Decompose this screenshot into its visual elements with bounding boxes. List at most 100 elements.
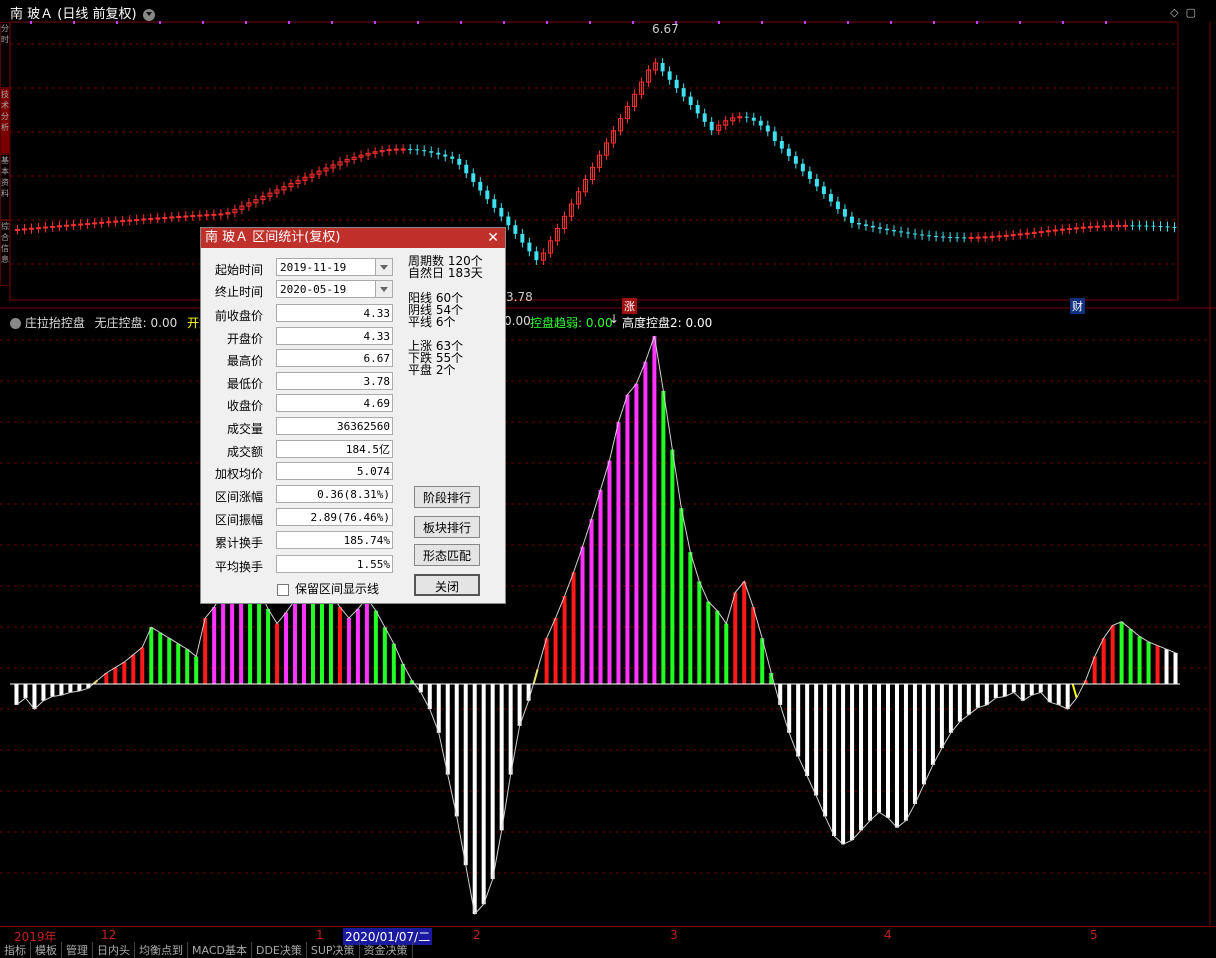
indicator-value: 控盘趋弱: 0.00 <box>530 316 613 330</box>
candle-body-down <box>408 149 413 151</box>
stage-rank-button[interactable]: 阶段排行 <box>414 486 480 508</box>
indicator-bar <box>652 336 657 684</box>
chevron-down-icon[interactable] <box>142 8 155 21</box>
event-tick-mark <box>159 21 161 24</box>
indicator-bar <box>499 684 504 831</box>
indicator-bar <box>948 684 953 733</box>
field-row: 区间振幅 2.89(76.46%) <box>201 508 401 528</box>
cai-marker[interactable]: 财 <box>1070 298 1085 314</box>
candle-body-down <box>779 141 784 149</box>
left-tab[interactable]: 综合信息 <box>0 220 10 286</box>
event-tick-mark <box>718 21 720 24</box>
pattern-match-button[interactable]: 形态匹配 <box>414 544 480 566</box>
indicator-bar <box>50 684 55 697</box>
keep-line-row[interactable]: 保留区间显示线 <box>277 580 379 597</box>
field-value: 5.074 <box>276 462 393 480</box>
candle-body-up <box>162 216 168 219</box>
window-title[interactable]: 南 玻Ａ (日线 前复权) <box>10 3 155 22</box>
indicator-bar <box>1020 684 1025 701</box>
event-tick-mark <box>804 21 806 24</box>
stock-title: 南 玻Ａ (日线 前复权) <box>10 7 137 22</box>
sector-rank-button[interactable]: 板块排行 <box>414 516 480 538</box>
candle-body-up <box>71 224 77 227</box>
candle-body-up <box>85 222 91 225</box>
candle-body-up <box>1059 228 1065 231</box>
stat-natural-days: 自然日 183天 <box>408 266 483 280</box>
field-row-start-time: 起始时间 2019-11-19 <box>201 258 401 278</box>
candle-body-down <box>793 156 798 164</box>
zhang-marker[interactable]: 涨 <box>622 298 637 314</box>
field-value: 2.89(76.46%) <box>276 508 393 526</box>
bottom-tab[interactable]: 均衡点到 <box>135 942 188 958</box>
close-button[interactable]: 关闭 <box>414 574 480 596</box>
candle-body-down <box>870 225 875 228</box>
candle-body-down <box>415 149 420 151</box>
candle-body-up <box>127 219 133 222</box>
expand-icon[interactable]: ▢ <box>1186 6 1196 19</box>
indicator-bar <box>823 684 828 817</box>
left-tab[interactable]: 分时 <box>0 22 10 88</box>
indicator-menu-icon[interactable] <box>10 318 21 329</box>
indicator-bar <box>939 684 944 749</box>
candle-body-down <box>464 164 469 174</box>
bottom-tab[interactable]: DDE决策 <box>252 942 307 958</box>
candle-body-down <box>674 79 679 89</box>
left-tab[interactable]: 基本资料 <box>0 154 10 220</box>
x-tick: 5 <box>1090 928 1098 942</box>
bottom-tab[interactable]: 管理 <box>62 942 93 958</box>
indicator-bar <box>661 390 666 684</box>
candle-body-up <box>78 223 84 226</box>
x-tick: 4 <box>884 928 892 942</box>
indicator-bar <box>490 684 495 880</box>
field-label: 成交额 <box>226 445 263 459</box>
event-tick-mark <box>632 21 634 24</box>
indicator-bar <box>1164 649 1169 684</box>
candle-body-up <box>155 217 161 220</box>
close-icon[interactable]: ✕ <box>487 228 499 248</box>
chevron-down-icon[interactable] <box>375 259 392 275</box>
top-right-icons[interactable]: ◇ ▢ <box>1170 6 1196 19</box>
indicator-bar <box>1155 645 1160 684</box>
interval-stats-dialog[interactable]: 南 玻Ａ 区间统计(复权) ✕ 起始时间 2019-11-19 终止时间 202… <box>200 227 506 604</box>
keep-line-checkbox[interactable] <box>277 583 289 596</box>
stat-flat-line: 平线 6个 <box>408 315 456 329</box>
candle-body-down <box>520 233 525 243</box>
left-tab-active[interactable]: 技术分析 <box>0 88 10 154</box>
candle-body-up <box>169 216 175 219</box>
indicator-name[interactable]: 庄拉抬控盘 <box>25 316 85 330</box>
start-date-select[interactable]: 2019-11-19 <box>276 258 393 276</box>
bottom-tab[interactable]: 资金决策 <box>360 942 413 958</box>
bottom-tab[interactable]: SUP决策 <box>307 942 360 958</box>
bottom-tab[interactable]: 指标 <box>0 942 31 958</box>
indicator-bar <box>185 649 190 684</box>
candle-body-up <box>106 221 112 224</box>
candle-body-up <box>176 216 182 219</box>
indicator-bar <box>1038 684 1043 693</box>
bottom-tab[interactable]: MACD基本 <box>188 942 252 958</box>
candle-body-down <box>765 125 770 132</box>
chevron-down-icon[interactable] <box>375 281 392 297</box>
indicator-bar <box>589 519 594 684</box>
candle-body-up <box>190 215 196 218</box>
indicator-bar <box>472 684 477 914</box>
candle-body-down <box>927 235 932 237</box>
indicator-bar <box>921 684 926 785</box>
candle-body-up <box>134 219 140 222</box>
field-row: 平均换手 1.55% <box>201 555 401 575</box>
arrow-down-icon: ↓ <box>609 312 620 326</box>
indicator-bar <box>68 684 73 693</box>
candle-body-down <box>471 173 476 182</box>
end-date-select[interactable]: 2020-05-19 <box>276 280 393 298</box>
indicator-bar <box>715 610 720 684</box>
field-label: 收盘价 <box>226 399 263 413</box>
candle-body-up <box>1087 226 1093 229</box>
indicator-bar <box>670 449 675 684</box>
indicator-bar <box>221 592 226 684</box>
field-row: 前收盘价 4.33 <box>201 304 401 324</box>
candle-body-up <box>1101 225 1107 228</box>
bottom-tab[interactable]: 日内头 <box>93 942 135 958</box>
diamond-icon[interactable]: ◇ <box>1170 6 1178 19</box>
indicator-bar <box>355 608 360 684</box>
bottom-tab[interactable]: 模板 <box>31 942 62 958</box>
dialog-title-bar[interactable]: 南 玻Ａ 区间统计(复权) ✕ <box>201 228 505 248</box>
